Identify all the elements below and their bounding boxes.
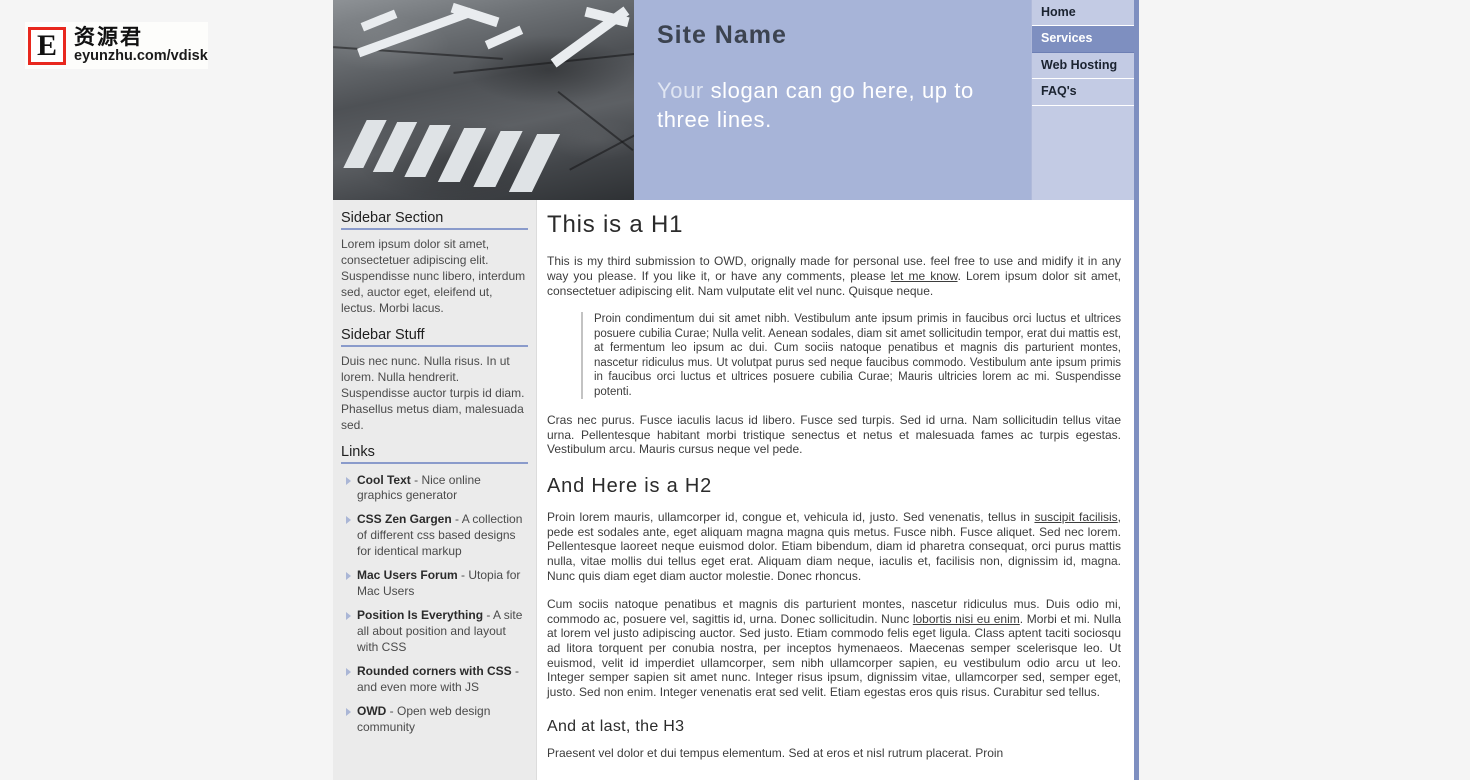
link-css-zen-garden[interactable]: CSS Zen Gargen bbox=[357, 512, 452, 526]
nav-item-web-hosting[interactable]: Web Hosting bbox=[1032, 52, 1134, 80]
watermark-badge-letter: E bbox=[36, 28, 57, 62]
suscipit-facilisis-link[interactable]: suscipit facilisis bbox=[1034, 510, 1117, 524]
sidebar-stuff-title: Sidebar Stuff bbox=[341, 327, 528, 347]
list-item: Position Is Everything - A site all abou… bbox=[341, 608, 528, 664]
site-slogan: Your slogan can go here, up to three lin… bbox=[657, 76, 1027, 135]
watermark-url: eyunzhu.com/vdisk bbox=[74, 48, 208, 65]
nav-item-faqs[interactable]: FAQ's bbox=[1032, 79, 1134, 106]
nav-item-services[interactable]: Services bbox=[1032, 26, 1134, 53]
content-h1: This is a H1 bbox=[547, 211, 684, 238]
link-mac-users-forum[interactable]: Mac Users Forum bbox=[357, 568, 458, 582]
content-h2: And Here is a H2 bbox=[547, 475, 713, 498]
content-paragraph-5: Praesent vel dolor et dui tempus element… bbox=[547, 746, 1004, 761]
list-item: OWD - Open web design community bbox=[341, 704, 528, 744]
sidebar-section-text: Lorem ipsum dolor sit amet, consectetuer… bbox=[341, 237, 526, 315]
link-owd[interactable]: OWD bbox=[357, 704, 386, 718]
list-item: Mac Users Forum - Utopia for Mac Users bbox=[341, 568, 528, 608]
header-road-photo bbox=[333, 0, 634, 200]
site-watermark-logo: E 资源君 eyunzhu.com/vdisk bbox=[25, 22, 208, 69]
list-item: Rounded corners with CSS - and even more… bbox=[341, 664, 528, 704]
sidebar: Sidebar Section Lorem ipsum dolor sit am… bbox=[333, 200, 536, 780]
watermark-text: 资源君 eyunzhu.com/vdisk bbox=[74, 27, 208, 64]
link-position-is-everything[interactable]: Position Is Everything bbox=[357, 608, 483, 622]
content-paragraph-3: Proin lorem mauris, ullamcorper id, cong… bbox=[547, 510, 1121, 583]
main-navigation[interactable]: Home Services Web Hosting FAQ's bbox=[1031, 0, 1134, 200]
link-rounded-corners-css[interactable]: Rounded corners with CSS bbox=[357, 664, 512, 678]
lobortis-link[interactable]: lobortis nisi eu enim bbox=[913, 612, 1020, 626]
nav-item-home[interactable]: Home bbox=[1032, 0, 1134, 27]
p3-text-a: Proin lorem mauris, ullamcorper id, cong… bbox=[547, 510, 1035, 525]
watermark-badge-icon: E bbox=[28, 26, 66, 65]
content-blockquote: Proin condimentum dui sit amet nibh. Ves… bbox=[581, 312, 1121, 400]
main-content: This is a H1 This is my third submission… bbox=[536, 200, 1134, 780]
list-item: Cool Text - Nice online graphics generat… bbox=[341, 473, 528, 513]
list-item: CSS Zen Gargen - A collection of differe… bbox=[341, 512, 528, 568]
content-h3: And at last, the H3 bbox=[547, 717, 685, 735]
sidebar-links-title: Links bbox=[341, 444, 528, 464]
sidebar-stuff-text: Duis nec nunc. Nulla risus. In ut lorem.… bbox=[341, 353, 525, 432]
sidebar-section-title: Sidebar Section bbox=[341, 210, 528, 230]
sidebar-links-list: Cool Text - Nice online graphics generat… bbox=[333, 473, 536, 744]
content-paragraph-4: Cum sociis natoque penatibus et magnis d… bbox=[547, 597, 1121, 699]
header-title-block: Site Name Your slogan can go here, up to… bbox=[634, 0, 1031, 200]
watermark-chinese-name: 资源君 bbox=[74, 25, 143, 50]
let-me-know-link[interactable]: let me know bbox=[891, 269, 958, 283]
blockquote-text: Proin condimentum dui sit amet nibh. Ves… bbox=[594, 313, 1121, 398]
site-header: Site Name Your slogan can go here, up to… bbox=[333, 0, 1134, 200]
site-name: Site Name bbox=[657, 21, 787, 49]
slogan-lead: Your bbox=[657, 77, 711, 103]
site-page-shell: Site Name Your slogan can go here, up to… bbox=[333, 0, 1139, 780]
content-paragraph-2: Cras nec purus. Fusce iaculis lacus id l… bbox=[547, 413, 1121, 457]
page-columns: Sidebar Section Lorem ipsum dolor sit am… bbox=[333, 200, 1134, 780]
link-cool-text[interactable]: Cool Text bbox=[357, 473, 411, 487]
content-paragraph-1: This is my third submission to OWD, orig… bbox=[547, 254, 1121, 298]
